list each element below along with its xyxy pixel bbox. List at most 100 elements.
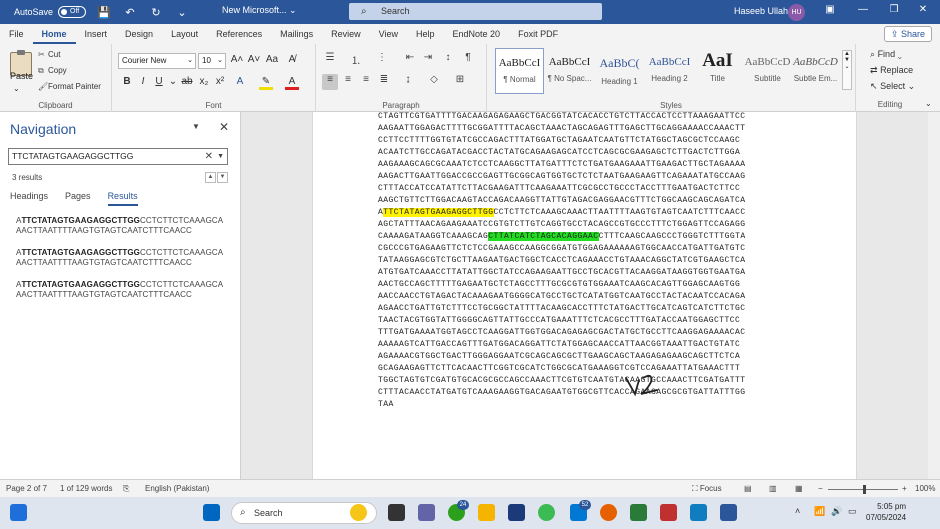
- undo-icon[interactable]: ↶: [122, 6, 138, 19]
- search-result[interactable]: ATTCTATAGTGAAGAGGCTTGGCCTCTTCTCAAAGCA AAC…: [16, 216, 234, 236]
- firefox-icon[interactable]: [600, 504, 617, 521]
- multilevel-list-icon[interactable]: ⋮: [374, 52, 390, 68]
- customize-qat-icon[interactable]: ⌄: [174, 6, 190, 19]
- next-result-icon[interactable]: ▼: [217, 172, 228, 183]
- start-icon[interactable]: [203, 504, 220, 521]
- bold-icon[interactable]: B: [120, 76, 134, 87]
- show-marks-icon[interactable]: ¶: [460, 52, 476, 68]
- highlight-icon[interactable]: ✎: [259, 76, 273, 90]
- font-family-select[interactable]: Courier New ⌄: [118, 53, 196, 69]
- zoom-level[interactable]: 100%: [915, 484, 935, 493]
- tab-foxit-pdf[interactable]: Foxit PDF: [509, 24, 567, 44]
- print-layout-icon[interactable]: ▥: [769, 484, 777, 493]
- zoom-in-icon[interactable]: +: [902, 484, 907, 493]
- style-subtitle[interactable]: AaBbCcD Subtitle: [743, 48, 792, 94]
- search-result[interactable]: ATTCTATAGTGAAGAGGCTTGGCCTCTTCTCAAAGCA AAC…: [16, 280, 234, 300]
- style-subtle-emphasis[interactable]: AaBbCcD Subtle Em...: [791, 48, 840, 94]
- tray-chevron-icon[interactable]: ˄: [795, 506, 800, 516]
- file-explorer-icon[interactable]: [478, 504, 495, 521]
- style-heading-1[interactable]: AaBbC(Heading 1: [595, 48, 644, 94]
- font-size-select[interactable]: 10 ⌄: [198, 53, 226, 69]
- search-options-icon[interactable]: ▼: [217, 149, 224, 164]
- shrink-font-icon[interactable]: A˅: [247, 54, 261, 65]
- focus-button[interactable]: ⛶ Focus: [692, 484, 722, 494]
- style-title[interactable]: AaI Title: [693, 48, 742, 94]
- superscript-icon[interactable]: x²: [213, 76, 227, 87]
- tab-file[interactable]: File: [0, 24, 33, 44]
- clear-search-icon[interactable]: ✕: [205, 149, 213, 164]
- collapse-ribbon-icon[interactable]: ⌄: [925, 99, 932, 108]
- avatar[interactable]: HU: [788, 4, 805, 21]
- teams-icon[interactable]: [418, 504, 435, 521]
- task-view-icon[interactable]: [388, 504, 405, 521]
- zoom-slider-thumb[interactable]: [863, 485, 866, 494]
- sort-icon[interactable]: ↕: [440, 52, 456, 68]
- clear-formatting-icon[interactable]: A̸: [285, 54, 299, 65]
- tab-help[interactable]: Help: [407, 24, 444, 44]
- web-layout-icon[interactable]: ▦: [795, 484, 803, 493]
- vertical-scrollbar[interactable]: [928, 112, 940, 479]
- document-title[interactable]: New Microsoft... ⌄: [222, 5, 297, 16]
- style-heading-2[interactable]: AaBbCcI Heading 2: [645, 48, 694, 94]
- close-icon[interactable]: ✕: [915, 4, 931, 15]
- word-icon[interactable]: [720, 504, 737, 521]
- app-icon[interactable]: [630, 504, 647, 521]
- strikethrough-icon[interactable]: ab: [180, 76, 194, 87]
- widgets-icon[interactable]: [10, 504, 27, 521]
- close-icon[interactable]: ✕: [219, 120, 229, 134]
- tab-mailings[interactable]: Mailings: [271, 24, 322, 44]
- paste-button[interactable]: Paste: [10, 71, 33, 81]
- pane-options-icon[interactable]: ▼: [192, 122, 200, 131]
- numbering-icon[interactable]: ⒈: [348, 52, 364, 68]
- tab-references[interactable]: References: [207, 24, 271, 44]
- autosave-toggle[interactable]: Off: [58, 6, 87, 18]
- tab-review[interactable]: Review: [322, 24, 370, 44]
- underline-icon[interactable]: U: [152, 76, 166, 87]
- clock[interactable]: 5:05 pm 07/05/2024: [866, 501, 906, 523]
- previous-result-icon[interactable]: ▲: [205, 172, 216, 183]
- tab-view[interactable]: View: [370, 24, 407, 44]
- tab-endnote[interactable]: EndNote 20: [444, 24, 510, 44]
- cut-button[interactable]: ✂ Cut: [38, 50, 60, 59]
- grow-font-icon[interactable]: A˄: [230, 54, 244, 65]
- tab-home[interactable]: Home: [32, 24, 76, 44]
- document-page[interactable]: CTAGTTCGTGATTTTGACAAGAGAGAAGCTGACGGTATCA…: [312, 112, 857, 479]
- tab-pages[interactable]: Pages: [65, 191, 91, 206]
- tab-headings[interactable]: Headings: [10, 191, 48, 206]
- paste-dropdown-icon[interactable]: ⌄: [13, 84, 20, 93]
- volume-icon[interactable]: 🔊: [831, 506, 842, 517]
- app-icon[interactable]: [690, 504, 707, 521]
- app-icon[interactable]: [508, 504, 525, 521]
- redo-icon[interactable]: ↻: [148, 6, 164, 19]
- align-right-icon[interactable]: ≡: [358, 74, 374, 90]
- read-mode-icon[interactable]: ▤: [744, 484, 752, 493]
- wifi-icon[interactable]: 📶: [814, 506, 825, 517]
- increase-indent-icon[interactable]: ⇥: [420, 52, 436, 68]
- replace-button[interactable]: ⇄ Replace: [870, 65, 913, 76]
- format-painter-button[interactable]: 🖌Format Painter: [38, 82, 101, 91]
- save-icon[interactable]: 💾: [96, 6, 112, 19]
- text-effects-icon[interactable]: A: [233, 76, 247, 87]
- borders-icon[interactable]: ⊞: [452, 74, 468, 90]
- styles-gallery-more-icon[interactable]: ▲ ▼ ⌄: [842, 50, 852, 90]
- align-left-icon[interactable]: ≡: [322, 74, 338, 90]
- title-search-input[interactable]: ⌕ Search: [349, 3, 602, 20]
- font-color-icon[interactable]: A: [285, 76, 299, 90]
- decrease-indent-icon[interactable]: ⇤: [402, 52, 418, 68]
- proofing-icon[interactable]: ⎘: [123, 484, 129, 494]
- select-button[interactable]: ↖ Select ⌄: [870, 81, 915, 92]
- page-indicator[interactable]: Page 2 of 7: [6, 484, 47, 493]
- minimize-icon[interactable]: —: [855, 4, 871, 15]
- restore-icon[interactable]: ❐: [886, 4, 902, 15]
- chrome-icon[interactable]: [538, 504, 555, 521]
- change-case-icon[interactable]: Aa: [265, 54, 279, 65]
- align-center-icon[interactable]: ≡: [340, 74, 356, 90]
- tab-layout[interactable]: Layout: [162, 24, 207, 44]
- copy-button[interactable]: ⧉ Copy: [38, 66, 67, 76]
- app-icon[interactable]: [660, 504, 677, 521]
- bullets-icon[interactable]: ☰: [322, 52, 338, 68]
- navigation-search-input[interactable]: TTCTATAGTGAAGAGGCTTGG ✕ ▼: [8, 148, 228, 165]
- user-name[interactable]: Haseeb Ullah: [734, 6, 788, 16]
- style-no-spacing[interactable]: AaBbCcI ¶ No Spac...: [545, 48, 594, 94]
- language-indicator[interactable]: English (Pakistan): [145, 484, 209, 493]
